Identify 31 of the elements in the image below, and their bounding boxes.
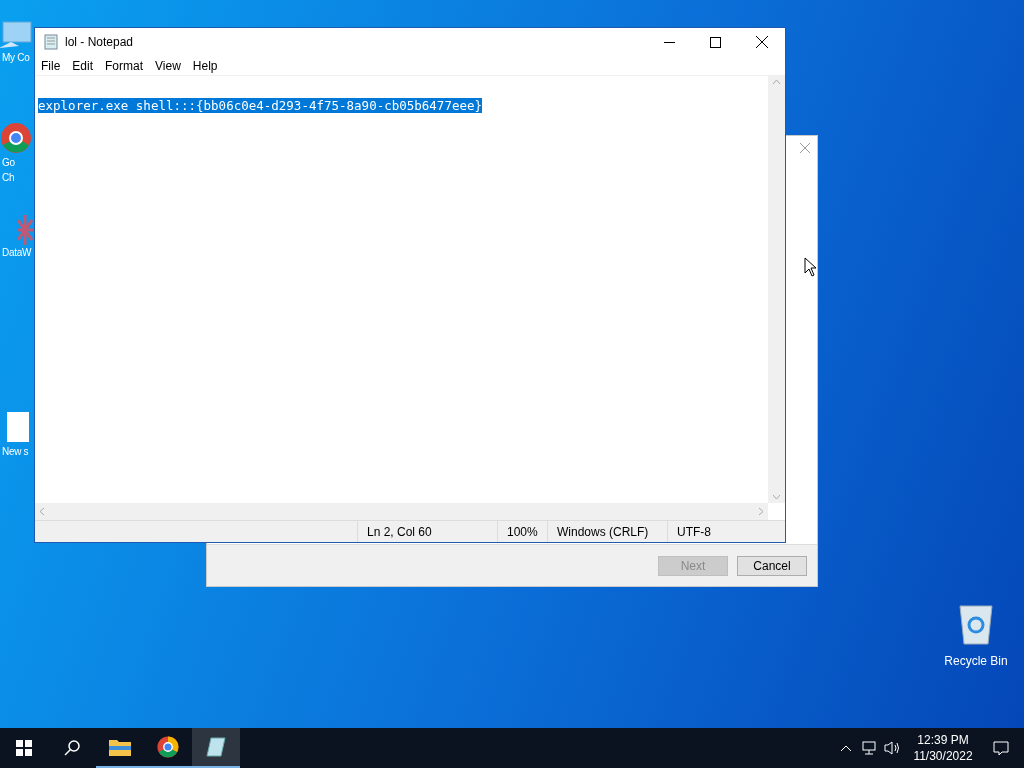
recycle-bin-icon	[956, 602, 996, 646]
icon-label[interactable]: Recycle Bin	[944, 652, 1008, 670]
close-icon[interactable]	[756, 36, 768, 48]
maximize-icon[interactable]	[710, 36, 721, 48]
notepad-icon	[43, 34, 59, 50]
menu-item[interactable]: Format	[101, 56, 148, 75]
browser-icon	[0, 121, 33, 155]
chevron-up-icon[interactable]	[840, 744, 852, 752]
editor-text[interactable]: explorer.exe shell:::{bb06c0e4-d293-4f75-8a90-cb05b6477eee}	[38, 98, 482, 113]
asterisk-icon	[17, 215, 33, 245]
search-icon[interactable]	[64, 740, 80, 756]
menu-item[interactable]: Edit	[68, 56, 98, 75]
browser-icon	[156, 735, 180, 759]
taskbar-app[interactable]	[192, 728, 240, 768]
clock[interactable]: 12:39 PM 11/30/2022	[908, 732, 978, 764]
status-text: Ln 2, Col 60	[357, 521, 497, 542]
status-text: Windows (CRLF)	[547, 521, 667, 542]
menu-item[interactable]: Help	[188, 56, 222, 75]
status-text: 100%	[497, 521, 547, 542]
network-icon[interactable]	[862, 740, 878, 756]
dialog-button[interactable]: Cancel	[737, 555, 807, 576]
notification-icon[interactable]	[993, 740, 1009, 756]
window-title: lol - Notepad	[65, 34, 134, 51]
notepad-icon	[205, 736, 227, 758]
menu-item[interactable]: File	[37, 56, 65, 75]
status-text: UTF-8	[667, 521, 767, 542]
menu-item[interactable]: View	[151, 56, 185, 75]
folder-icon	[108, 737, 132, 757]
speaker-icon[interactable]	[884, 740, 900, 756]
computer-icon	[0, 20, 33, 50]
windows-logo-icon[interactable]	[16, 740, 32, 756]
